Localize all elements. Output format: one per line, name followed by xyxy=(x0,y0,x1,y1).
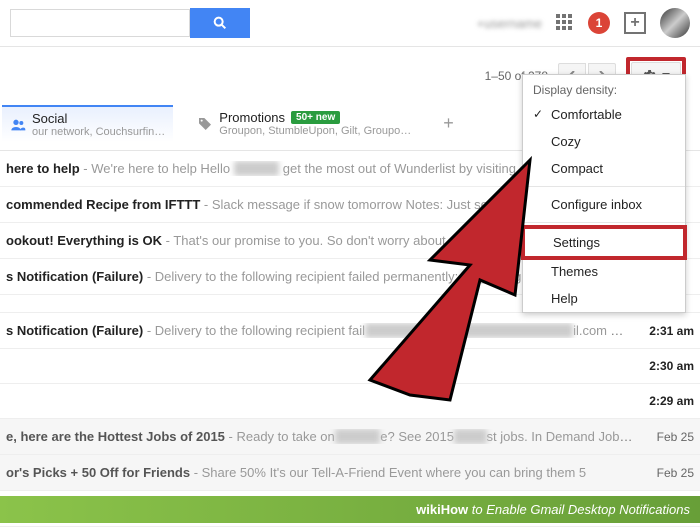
mail-row[interactable]: s Notification (Failure) - Delivery to t… xyxy=(0,313,700,349)
avatar[interactable] xyxy=(660,8,690,38)
density-compact[interactable]: Compact xyxy=(523,155,685,182)
dropdown-header: Display density: xyxy=(523,75,685,101)
mail-time: 2:30 am xyxy=(629,359,694,373)
settings-highlight: Settings xyxy=(521,225,687,260)
mail-row[interactable]: e, here are the Hottest Jobs of 2015 - R… xyxy=(0,419,700,455)
share-icon[interactable]: + xyxy=(624,12,646,34)
tab-social-label: Social xyxy=(32,111,165,126)
configure-inbox[interactable]: Configure inbox xyxy=(523,191,685,218)
tab-add-button[interactable]: + xyxy=(435,113,462,134)
mail-time: 2:29 am xyxy=(629,394,694,408)
mail-time: 2:31 am xyxy=(629,324,694,338)
themes-item[interactable]: Themes xyxy=(523,258,685,285)
top-bar: +username 1 + xyxy=(0,0,700,47)
search-input[interactable] xyxy=(10,9,190,37)
people-icon xyxy=(10,117,26,133)
caption-bar: wikiHow to Enable Gmail Desktop Notifica… xyxy=(0,496,700,523)
notifications-badge[interactable]: 1 xyxy=(588,12,610,34)
topbar-right: +username 1 + xyxy=(477,8,690,38)
mail-time: Feb 25 xyxy=(637,430,694,444)
mail-row[interactable]: 2:30 am xyxy=(0,349,700,384)
divider xyxy=(523,186,685,187)
caption-site: wikiHow xyxy=(416,502,468,517)
mail-row[interactable]: 2:29 am xyxy=(0,384,700,419)
tab-promotions-label: Promotions xyxy=(219,110,285,125)
density-comfortable[interactable]: Comfortable xyxy=(523,101,685,128)
settings-dropdown: Display density: Comfortable Cozy Compac… xyxy=(522,74,686,313)
mail-row[interactable]: or's Picks + 50 Off for Friends - Share … xyxy=(0,455,700,491)
help-item[interactable]: Help xyxy=(523,285,685,312)
tab-social-sub: our network, Couchsurfin… xyxy=(32,126,165,138)
search-button[interactable] xyxy=(190,8,250,38)
density-cozy[interactable]: Cozy xyxy=(523,128,685,155)
settings-item[interactable]: Settings xyxy=(525,229,683,256)
tab-promotions-sub: Groupon, StumbleUpon, Gilt, Groupo… xyxy=(219,125,411,137)
tag-icon xyxy=(197,116,213,132)
tab-promotions[interactable]: Promotions 50+ new Groupon, StumbleUpon,… xyxy=(189,106,419,141)
new-badge: 50+ new xyxy=(291,111,340,124)
search-box xyxy=(10,8,477,38)
search-icon xyxy=(212,15,228,31)
mail-time: Feb 25 xyxy=(637,466,694,480)
apps-icon[interactable] xyxy=(556,14,574,32)
tab-social[interactable]: Social our network, Couchsurfin… xyxy=(2,105,173,142)
divider xyxy=(523,222,685,223)
caption-text: to Enable Gmail Desktop Notifications xyxy=(468,502,690,517)
google-plus-name[interactable]: +username xyxy=(477,16,542,31)
